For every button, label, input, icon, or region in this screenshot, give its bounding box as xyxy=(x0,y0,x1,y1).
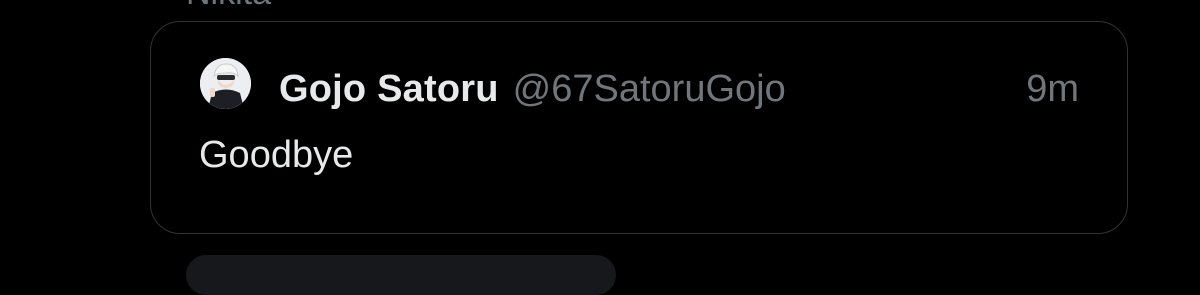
tweet-header: Gojo Satoru @67SatoruGojo 9m xyxy=(279,64,1079,114)
previous-author-name: Nikita xyxy=(186,0,271,13)
profile-avatar-icon xyxy=(200,58,251,109)
avatar[interactable] xyxy=(200,58,251,109)
quoted-tweet-card[interactable]: Gojo Satoru @67SatoruGojo 9m Goodbye xyxy=(150,21,1128,234)
next-tweet-card-partial xyxy=(186,255,616,295)
tweet-text: Goodbye xyxy=(199,134,354,176)
timestamp[interactable]: 9m xyxy=(1026,68,1079,111)
display-name[interactable]: Gojo Satoru xyxy=(279,68,499,111)
user-handle[interactable]: @67SatoruGojo xyxy=(513,68,786,111)
